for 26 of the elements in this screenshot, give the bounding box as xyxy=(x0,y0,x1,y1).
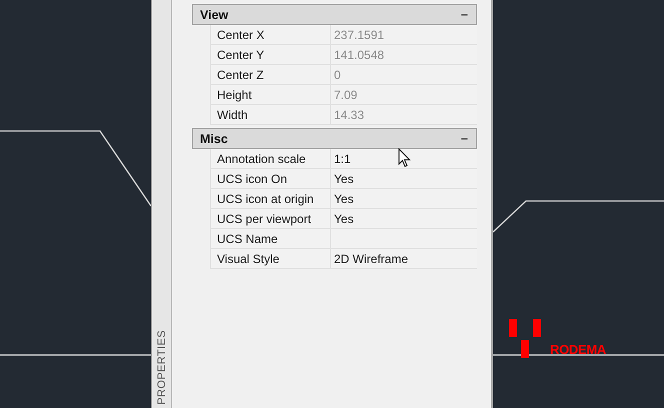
property-value: 7.09 xyxy=(330,85,477,104)
property-label: Annotation scale xyxy=(210,149,330,168)
section-header[interactable]: Misc − xyxy=(192,128,477,149)
property-value[interactable]: Yes xyxy=(330,169,477,188)
property-value: 0 xyxy=(330,65,477,84)
property-label: Width xyxy=(210,105,330,124)
property-label: UCS Name xyxy=(210,229,330,248)
property-value: 14.33 xyxy=(330,105,477,124)
property-value[interactable]: Yes xyxy=(330,209,477,228)
block-marks-icon xyxy=(509,319,541,358)
property-label: UCS icon at origin xyxy=(210,189,330,208)
property-value: 237.1591 xyxy=(330,25,477,44)
property-label: Center Z xyxy=(210,65,330,84)
cursor-icon xyxy=(398,148,411,168)
section-header[interactable]: View − xyxy=(192,4,477,25)
palette-title: PROPERTIES xyxy=(156,330,168,405)
drawing-text: RODEMA xyxy=(550,343,606,357)
property-value: 141.0548 xyxy=(330,45,477,64)
property-label: UCS icon On xyxy=(210,169,330,188)
property-label: Center Y xyxy=(210,45,330,64)
property-label: Height xyxy=(210,85,330,104)
property-value[interactable]: 2D Wireframe xyxy=(330,249,477,268)
property-value[interactable]: Yes xyxy=(330,189,477,208)
property-label: Visual Style xyxy=(210,249,330,268)
property-label: Center X xyxy=(210,25,330,44)
property-label: UCS per viewport xyxy=(210,209,330,228)
